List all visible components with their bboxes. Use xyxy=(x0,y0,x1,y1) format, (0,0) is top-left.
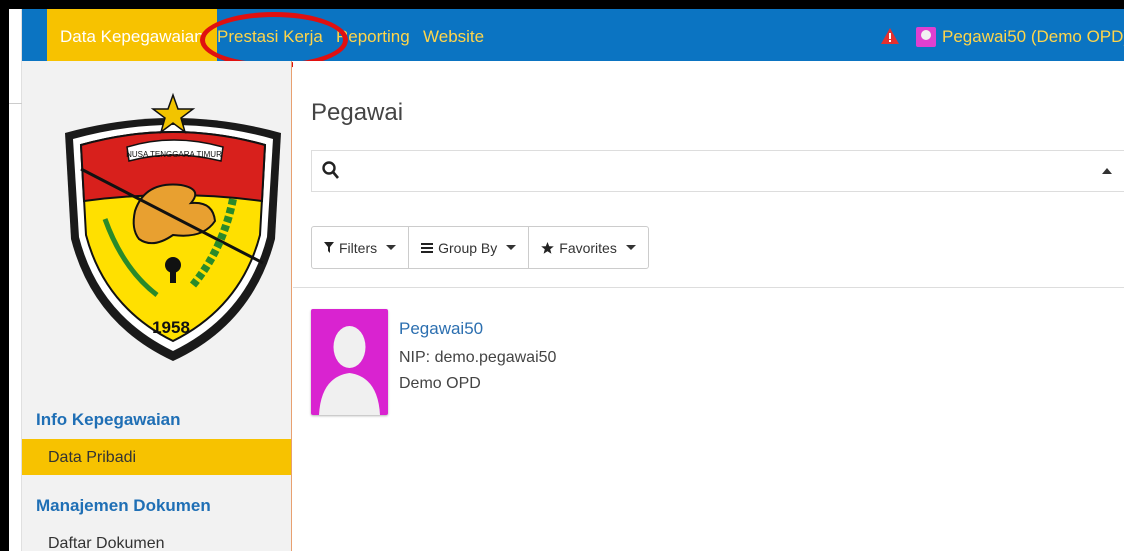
window-edge xyxy=(9,9,22,551)
user-avatar xyxy=(916,27,936,47)
search-bar[interactable] xyxy=(311,150,1124,192)
user-menu[interactable]: Pegawai50 (Demo OPD) xyxy=(916,26,1124,48)
search-options-toggle-icon[interactable] xyxy=(1102,168,1112,174)
warning-icon[interactable] xyxy=(881,28,899,44)
divider xyxy=(9,103,22,104)
favorites-label: Favorites xyxy=(559,239,617,256)
sidebar-item-data-pribadi[interactable]: Data Pribadi xyxy=(22,439,291,475)
sidebar: NUSA TENGGARA TIMUR 1958 Info Kepegawaia… xyxy=(22,61,292,551)
filter-icon xyxy=(324,242,334,253)
employee-avatar xyxy=(311,309,388,415)
group-by-button[interactable]: Group By xyxy=(409,227,530,268)
section-info-kepegawaian[interactable]: Info Kepegawaian xyxy=(36,410,181,430)
chevron-down-icon xyxy=(386,245,397,250)
employee-card[interactable]: Pegawai50 NIP: demo.pegawai50 Demo OPD xyxy=(311,309,731,419)
section-manajemen-dokumen[interactable]: Manajemen Dokumen xyxy=(36,496,211,516)
favorites-button[interactable]: Favorites xyxy=(529,227,648,268)
employee-nip: NIP: demo.pegawai50 xyxy=(399,349,557,366)
page-title: Pegawai xyxy=(311,99,404,126)
search-input[interactable] xyxy=(348,156,1088,186)
nav-website[interactable]: Website xyxy=(423,9,484,61)
emblem-year: 1958 xyxy=(152,318,190,337)
list-icon xyxy=(421,242,434,253)
group-by-label: Group By xyxy=(438,239,498,256)
filters-button[interactable]: Filters xyxy=(312,227,410,268)
search-icon xyxy=(322,161,339,179)
chevron-down-icon xyxy=(506,245,517,250)
person-silhouette-icon xyxy=(319,326,380,415)
user-menu-label: Pegawai50 (Demo OPD) xyxy=(942,27,1124,46)
emblem-label: NUSA TENGGARA TIMUR xyxy=(126,150,222,159)
employee-unit: Demo OPD xyxy=(399,375,481,392)
employee-name[interactable]: Pegawai50 xyxy=(399,319,483,339)
app-window: Data Kepegawaian Prestasi Kerja Reportin… xyxy=(9,9,1124,551)
nav-data-kepegawaian[interactable]: Data Kepegawaian xyxy=(47,9,217,61)
star-icon xyxy=(541,241,555,254)
emblem-logo: NUSA TENGGARA TIMUR 1958 xyxy=(65,92,281,361)
highlight-annotation xyxy=(200,12,348,68)
search-options-group: Filters Group By Favorites xyxy=(311,226,649,269)
top-navbar: Data Kepegawaian Prestasi Kerja Reportin… xyxy=(22,9,1124,61)
divider xyxy=(293,287,1124,288)
main-content: Pegawai Filters Group By Favorites Pegaw… xyxy=(293,61,1124,551)
filters-label: Filters xyxy=(339,239,378,256)
chevron-down-icon xyxy=(625,245,636,250)
sidebar-item-daftar-dokumen[interactable]: Daftar Dokumen xyxy=(22,525,291,551)
